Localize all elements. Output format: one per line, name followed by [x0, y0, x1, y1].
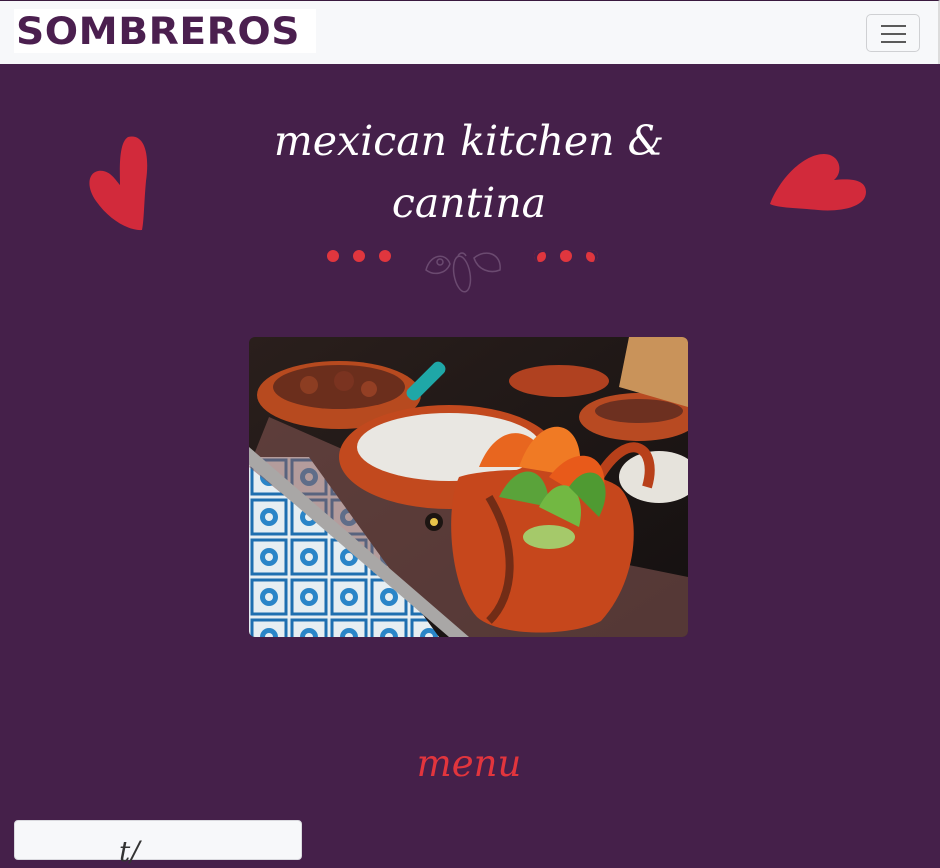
dots-ornament-right — [533, 250, 603, 264]
hero-food-image — [249, 337, 688, 637]
hero-title: mexican kitchen & cantina — [260, 110, 678, 234]
hero-title-line-1: mexican kitchen & — [273, 117, 665, 165]
food-illustration — [249, 337, 688, 637]
menu-card-title: t/ — [119, 835, 140, 868]
heart-decoration-right-icon — [770, 154, 866, 211]
menu-heading: menu — [416, 742, 522, 785]
pepper-ornament-icon — [425, 252, 501, 293]
hamburger-menu-icon — [881, 25, 906, 27]
dots-ornament-left — [326, 250, 396, 264]
brand-logo[interactable]: SOMBREROS — [14, 9, 316, 53]
navbar-toggler-button[interactable] — [866, 14, 920, 52]
hero-title-line-2: cantina — [391, 179, 547, 227]
heart-decoration-left-icon — [89, 136, 148, 231]
brand-text: SOMBREROS — [16, 10, 301, 53]
navbar: SOMBREROS — [0, 0, 940, 64]
menu-card[interactable]: t/ — [14, 820, 302, 868]
